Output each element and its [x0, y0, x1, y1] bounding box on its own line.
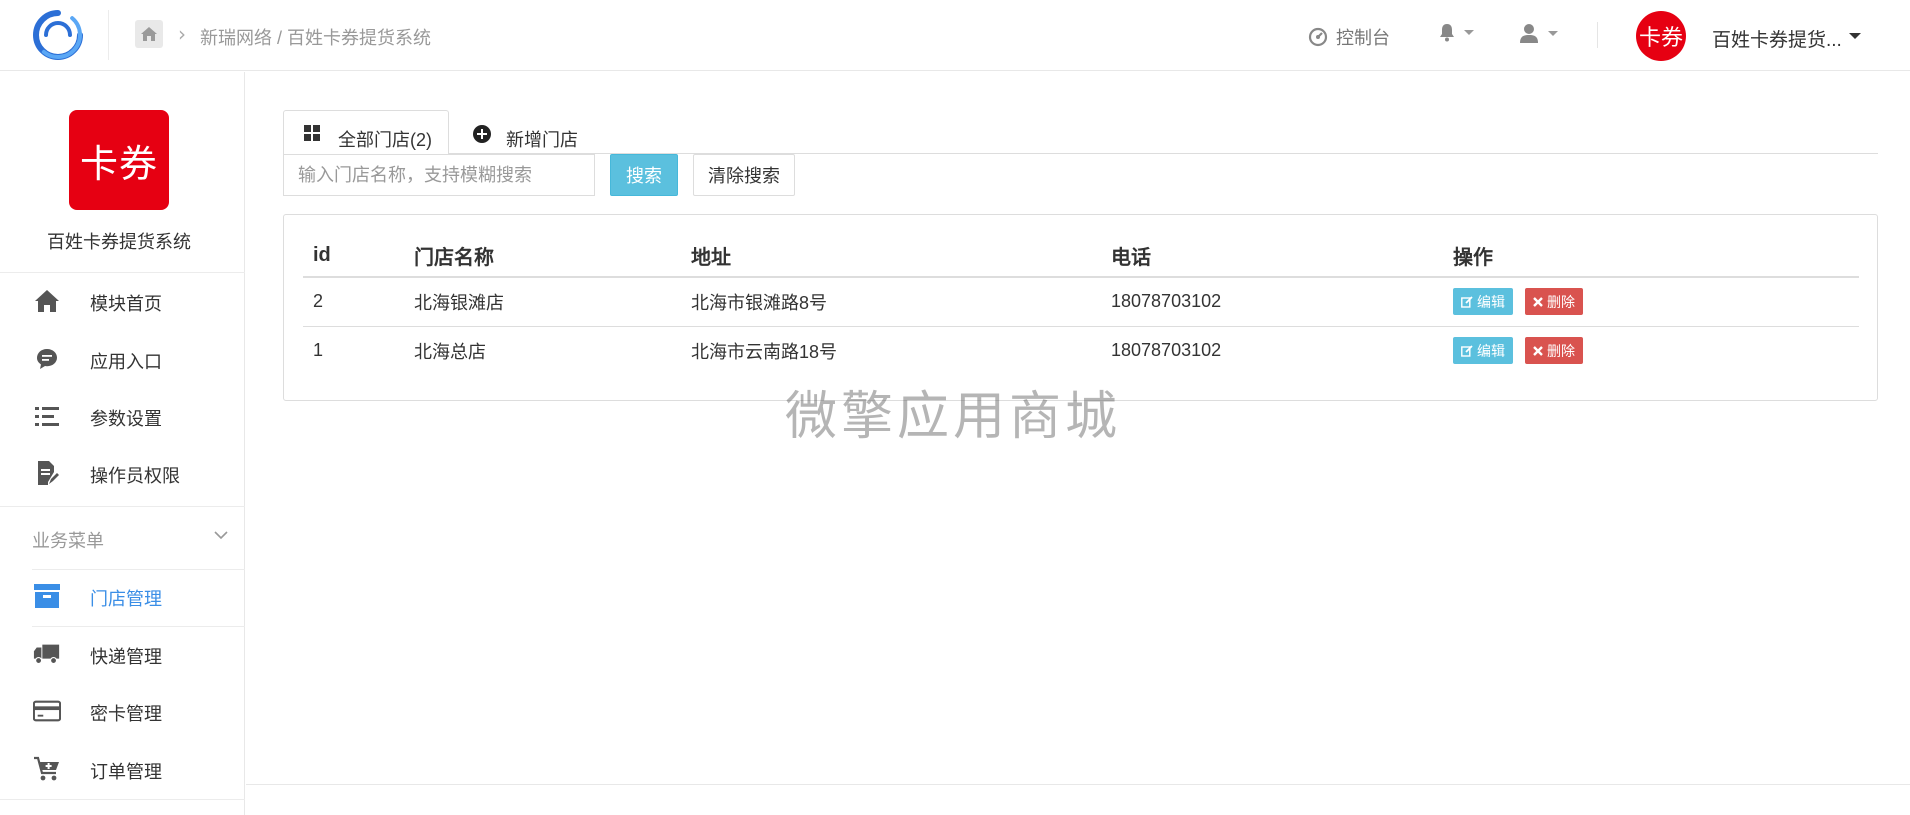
divider — [0, 506, 245, 507]
column-header-phone: 电话 — [1101, 235, 1443, 278]
cell-actions: 编辑 删除 — [1443, 326, 1859, 375]
console-link[interactable]: 控制台 — [1308, 24, 1390, 50]
cell-address: 北海市云南路18号 — [691, 341, 838, 362]
edit-button[interactable]: 编辑 — [1453, 337, 1513, 365]
delete-label: 删除 — [1547, 342, 1575, 359]
brand-name: 百姓卡券提货系统 — [47, 232, 191, 252]
plus-circle-icon — [473, 125, 491, 143]
chat-bubble-icon — [33, 345, 61, 373]
list-settings-icon — [33, 402, 61, 430]
sidebar-item-label: 参数设置 — [90, 409, 162, 429]
cell-store-name: 北海银滩店 — [404, 277, 681, 327]
store-table: id 门店名称 地址 电话 操作 2 北海银滩店 北海市银滩路8号 180787… — [303, 235, 1859, 375]
sidebar-item-label: 快递管理 — [90, 647, 162, 667]
store-search-input[interactable] — [283, 154, 595, 196]
brand-logo: 卡券 — [69, 110, 169, 210]
footer-divider — [246, 784, 1910, 785]
column-header-id: id — [303, 235, 404, 278]
tab-label: 新增门店 — [506, 130, 578, 150]
cell-phone: 18078703102 — [1101, 277, 1443, 327]
cell-id: 1 — [313, 340, 324, 361]
store-table-panel: id 门店名称 地址 电话 操作 2 北海银滩店 北海市银滩路8号 180787… — [283, 214, 1878, 401]
sidebar-item-label: 门店管理 — [90, 589, 162, 609]
table-row: 2 北海银滩店 北海市银滩路8号 18078703102 编辑 删除 — [303, 277, 1859, 327]
sidebar-item-module-home[interactable]: 模块首页 — [0, 277, 245, 325]
cell-store-name: 北海总店 — [414, 341, 486, 362]
console-label: 控制台 — [1336, 28, 1390, 48]
clear-search-button[interactable]: 清除搜索 — [693, 154, 795, 196]
account-name[interactable]: 百姓卡券提货... — [1712, 25, 1842, 52]
sidebar-item-parameter-settings[interactable]: 参数设置 — [0, 392, 245, 440]
table-row: 1 北海总店 北海市云南路18号 18078703102 编辑 删除 — [303, 326, 1859, 375]
credit-card-icon — [33, 697, 61, 725]
sidebar-item-label: 密卡管理 — [90, 704, 162, 724]
divider — [32, 626, 245, 627]
sidebar-item-label: 操作员权限 — [90, 466, 180, 486]
edit-icon — [1461, 296, 1473, 308]
avatar[interactable]: 卡券 — [1636, 11, 1686, 61]
user-dropdown[interactable] — [1518, 22, 1558, 44]
home-icon — [141, 27, 157, 41]
dashboard-gauge-icon — [1308, 27, 1328, 47]
chevron-down-icon — [1464, 29, 1474, 35]
cell-actions: 编辑 删除 — [1443, 277, 1859, 327]
column-header-store-name: 门店名称 — [404, 235, 681, 278]
sidebar: 卡券 百姓卡券提货系统 模块首页 应用入口 参数设置 操作员权限 业务菜单 门店… — [0, 72, 245, 815]
edit-button[interactable]: 编辑 — [1453, 288, 1513, 316]
watermark-text: 微擎应用商城 — [785, 388, 1122, 446]
sidebar-item-order-management[interactable]: 订单管理 — [0, 745, 245, 793]
business-menu-title[interactable]: 业务菜单 — [32, 527, 104, 553]
cell-address: 北海市银滩路8号 — [681, 277, 1101, 327]
tab-label: 全部门店(2) — [338, 130, 432, 150]
archive-box-icon — [33, 582, 61, 610]
edit-icon — [1461, 345, 1473, 357]
sidebar-item-label: 应用入口 — [90, 352, 162, 372]
sidebar-item-operator-permissions[interactable]: 操作员权限 — [0, 449, 245, 497]
divider — [1597, 22, 1598, 48]
divider — [0, 272, 245, 273]
breadcrumb[interactable]: 新瑞网络 / 百姓卡券提货系统 — [200, 24, 431, 50]
sidebar-item-label: 模块首页 — [90, 294, 162, 314]
divider — [108, 10, 109, 60]
divider — [0, 799, 245, 800]
top-bar: › 新瑞网络 / 百姓卡券提货系统 控制台 卡券 百姓卡券提货... — [0, 0, 1910, 71]
delete-button[interactable]: 删除 — [1525, 288, 1583, 316]
cart-plus-icon — [33, 755, 61, 783]
user-icon — [1520, 24, 1538, 43]
sidebar-item-express-management[interactable]: 快递管理 — [0, 630, 245, 678]
home-button[interactable] — [135, 20, 163, 48]
bell-icon — [1440, 24, 1454, 42]
delete-button[interactable]: 删除 — [1525, 337, 1583, 365]
column-header-address: 地址 — [681, 235, 1101, 278]
delete-label: 删除 — [1547, 293, 1575, 310]
edit-label: 编辑 — [1477, 342, 1505, 359]
app-logo-icon[interactable] — [32, 9, 84, 61]
table-header-row: id 门店名称 地址 电话 操作 — [303, 235, 1859, 278]
column-header-actions: 操作 — [1443, 235, 1859, 278]
close-icon — [1533, 345, 1543, 356]
divider — [32, 569, 245, 570]
notifications-dropdown[interactable] — [1438, 22, 1474, 42]
edit-label: 编辑 — [1477, 293, 1505, 310]
cell-phone: 18078703102 — [1111, 340, 1222, 361]
breadcrumb-separator-icon: › — [178, 22, 186, 46]
search-button[interactable]: 搜索 — [610, 154, 678, 196]
sidebar-item-label: 订单管理 — [90, 762, 162, 782]
account-caret-icon[interactable] — [1849, 33, 1861, 39]
edit-document-icon — [33, 459, 61, 487]
home-icon — [33, 287, 61, 315]
sidebar-item-store-management[interactable]: 门店管理 — [0, 572, 245, 620]
sidebar-item-card-management[interactable]: 密卡管理 — [0, 687, 245, 735]
sidebar-item-app-entry[interactable]: 应用入口 — [0, 335, 245, 383]
close-icon — [1533, 296, 1543, 307]
cell-id: 2 — [303, 277, 404, 327]
truck-icon — [33, 640, 61, 668]
chevron-down-icon — [1548, 30, 1558, 36]
tab-all-stores[interactable]: 全部门店(2) — [283, 110, 449, 155]
chevron-down-icon[interactable] — [214, 528, 228, 542]
grid-icon — [304, 125, 320, 141]
